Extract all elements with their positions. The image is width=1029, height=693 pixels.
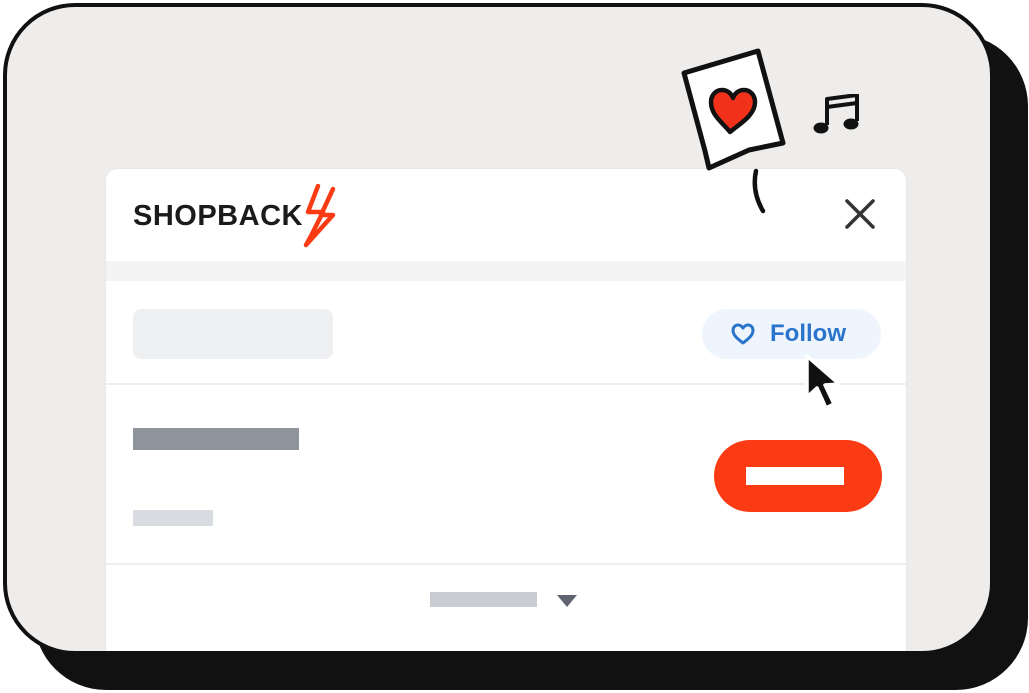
cashback-button-label-placeholder [746,467,844,485]
merchant-row: Follow [106,281,906,385]
heart-speech-bubble-icon [681,48,786,214]
follow-label: Follow [770,320,846,347]
details-dropdown[interactable] [427,590,577,610]
lightning-icon [303,184,336,248]
shopback-panel: SHOPBACK Follow [106,169,906,651]
dropdown-label-placeholder [430,592,537,607]
illustration-stage: SHOPBACK Follow [0,0,1029,693]
shopback-logo: SHOPBACK [133,184,348,252]
pointer-cursor-icon [805,354,841,410]
offer-subtitle-placeholder [133,510,213,526]
cashback-button[interactable] [714,440,882,512]
music-note-icon [813,94,859,134]
chevron-down-icon [557,595,577,607]
merchant-name-placeholder [133,309,333,359]
follow-button[interactable]: Follow [702,309,881,359]
close-button[interactable] [841,195,879,233]
header-divider [106,261,906,281]
heart-outline-icon [731,323,755,345]
logo-text: SHOPBACK [133,200,303,232]
offer-row [106,385,906,565]
offer-title-placeholder [133,428,299,450]
outer-card: SHOPBACK Follow [3,3,994,655]
footer-row [106,565,906,651]
close-icon [845,199,875,229]
